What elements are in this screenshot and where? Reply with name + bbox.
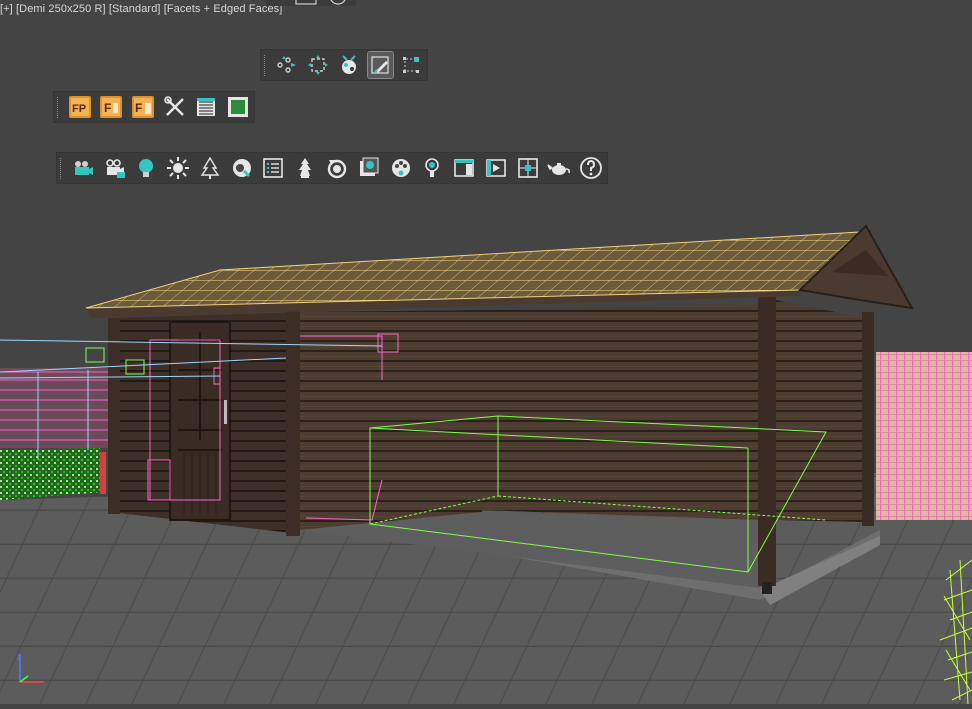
tools-icon[interactable] xyxy=(162,94,188,120)
grass-patch xyxy=(0,448,104,500)
flame-icon[interactable] xyxy=(292,155,318,181)
render-frame-icon[interactable] xyxy=(483,155,509,181)
vertex-grid-icon[interactable] xyxy=(399,52,424,78)
transform-gizmo-icon[interactable] xyxy=(305,52,330,78)
toolbar-modifiers xyxy=(260,49,428,81)
physical-camera-icon[interactable] xyxy=(102,155,128,181)
green-panel-icon[interactable] xyxy=(225,94,251,120)
svg-text:z: z xyxy=(17,653,21,662)
forest-pro-icon[interactable]: F xyxy=(99,94,125,120)
viewport-camera-label[interactable]: [Demi 250x250 R] xyxy=(16,3,106,15)
forest-pack-icon[interactable]: FP xyxy=(67,94,93,120)
list-icon[interactable] xyxy=(194,94,220,120)
toolbar-render xyxy=(56,152,608,184)
render-list-icon[interactable] xyxy=(261,155,287,181)
toolbar-forest: FP F F xyxy=(53,91,255,123)
forest-pack-text: FP xyxy=(72,103,86,115)
shed-post xyxy=(286,308,300,536)
scatter-points-icon[interactable] xyxy=(274,52,299,78)
viewport-menu-plus[interactable]: [+] xyxy=(0,3,13,15)
forest-pro-text: F xyxy=(104,101,111,115)
material-editor-icon[interactable] xyxy=(229,155,255,181)
target-icon[interactable] xyxy=(515,155,541,181)
viewport-label[interactable]: [+] [Demi 250x250 R] [Standard] [Facets … xyxy=(0,3,282,15)
render-window-icon[interactable] xyxy=(451,155,477,181)
viewport-shading-label[interactable]: [Standard] xyxy=(109,3,161,15)
sun-icon[interactable] xyxy=(165,155,191,181)
toolbar-grip[interactable] xyxy=(57,96,62,118)
help-icon[interactable] xyxy=(578,155,604,181)
paint-brush-icon[interactable] xyxy=(366,51,394,79)
forest-set-text: F xyxy=(135,101,142,115)
particle-render-icon[interactable] xyxy=(336,52,361,78)
teapot-icon[interactable] xyxy=(546,155,572,181)
forest-set-icon[interactable]: F xyxy=(130,94,156,120)
shed-post xyxy=(862,312,874,526)
refresh-icon[interactable] xyxy=(324,155,350,181)
axis-tripod-icon: z xyxy=(17,653,44,683)
ies-light-icon[interactable] xyxy=(419,155,445,181)
toolbar-grip[interactable] xyxy=(264,54,269,76)
tree-icon[interactable] xyxy=(197,155,223,181)
shed-post xyxy=(758,296,776,586)
fence-right xyxy=(876,352,972,520)
shed-back-wall xyxy=(480,305,760,520)
vray-camera-icon[interactable] xyxy=(70,155,96,181)
shed-right-wall xyxy=(775,300,866,522)
shed-post xyxy=(108,318,120,514)
top-tools-partial xyxy=(266,0,356,6)
viewport-display-label[interactable]: [Facets + Edged Faces] xyxy=(164,3,283,15)
frame-buffer-icon[interactable] xyxy=(356,155,382,181)
palette-icon[interactable] xyxy=(388,155,414,181)
viewport[interactable]: [+] [Demi 250x250 R] [Standard] [Facets … xyxy=(0,0,972,705)
light-bulb-icon[interactable] xyxy=(134,155,160,181)
toolbar-grip[interactable] xyxy=(60,157,65,179)
